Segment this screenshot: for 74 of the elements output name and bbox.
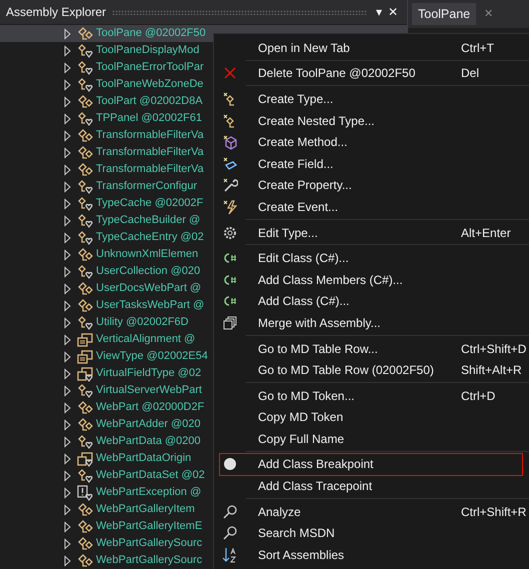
menu-item[interactable]: Go to MD Token... Ctrl+D bbox=[214, 384, 529, 406]
menu-item[interactable]: Create Property... bbox=[214, 174, 529, 196]
menu-item[interactable]: Create Method... bbox=[214, 131, 529, 153]
class-icon bbox=[77, 246, 93, 262]
cube-icon bbox=[222, 134, 238, 150]
exception-icon bbox=[77, 484, 93, 500]
class-icon bbox=[77, 434, 93, 450]
shortcut-text: Shift+Alt+R bbox=[461, 362, 522, 380]
menu-item[interactable]: Copy Full Name bbox=[214, 428, 529, 450]
enum-icon bbox=[77, 332, 93, 348]
shortcut-text: Ctrl+D bbox=[461, 388, 496, 405]
shortcut-text: Ctrl+T bbox=[461, 40, 494, 57]
menu-item[interactable]: Create Type... bbox=[214, 88, 529, 110]
close-tab-button[interactable]: ✕ bbox=[484, 6, 494, 22]
class-icon bbox=[77, 416, 93, 432]
class-icon bbox=[77, 26, 93, 42]
class-icon bbox=[77, 502, 93, 518]
class-icon bbox=[77, 518, 93, 534]
breakpoint-icon bbox=[222, 456, 238, 472]
copies-icon bbox=[222, 314, 238, 331]
menu-item[interactable]: Merge with Assembly... bbox=[214, 312, 529, 334]
menu-item[interactable]: Sort Assemblies bbox=[214, 544, 529, 566]
editor-tab[interactable]: ToolPane bbox=[412, 3, 476, 25]
dropdown-button[interactable]: ▾ bbox=[373, 3, 385, 21]
class-icon bbox=[77, 196, 93, 212]
enum-icon bbox=[77, 366, 93, 382]
class-icon bbox=[77, 212, 93, 228]
shortcut-text: Ctrl+Shift+R bbox=[461, 504, 526, 521]
settings-icon bbox=[222, 224, 238, 241]
class-icon bbox=[77, 264, 93, 280]
class-icon bbox=[77, 468, 93, 484]
class-icon bbox=[77, 144, 93, 160]
class-icon bbox=[77, 60, 93, 76]
enum-icon bbox=[77, 348, 93, 364]
shortcut-text: Alt+Enter bbox=[461, 224, 511, 242]
menu-item[interactable]: Edit Class (C#)... bbox=[214, 247, 529, 269]
class-icon bbox=[77, 162, 93, 178]
search-icon bbox=[222, 504, 238, 520]
class-icon bbox=[77, 110, 93, 126]
menu-item[interactable]: Add Class (C#)... bbox=[214, 290, 529, 312]
menu-item[interactable]: Add Class Breakpoint bbox=[220, 454, 522, 476]
class-icon bbox=[77, 76, 93, 92]
menu-item[interactable]: Create Nested Type... bbox=[214, 110, 529, 132]
menu-item[interactable]: Copy MD Token bbox=[214, 406, 529, 428]
class-icon bbox=[77, 382, 93, 398]
class-icon bbox=[77, 128, 93, 144]
menu-item[interactable]: Search MSDN bbox=[214, 522, 529, 544]
class-icon bbox=[77, 178, 93, 194]
class-icon bbox=[77, 298, 93, 314]
shortcut-text: Ctrl+Shift+D bbox=[461, 340, 526, 358]
sort-icon bbox=[222, 546, 238, 563]
menu-item[interactable]: Add Class Tracepoint bbox=[214, 475, 529, 497]
menu-item[interactable]: Go to MD Table Row... Ctrl+Shift+D bbox=[214, 338, 529, 360]
menu-item[interactable]: Delete ToolPane @02002F50 Del bbox=[214, 62, 529, 84]
close-button[interactable]: ✕ bbox=[385, 3, 401, 21]
menu-item[interactable]: Add Class Members (C#)... bbox=[214, 268, 529, 291]
class-icon bbox=[77, 94, 93, 110]
wrench-icon bbox=[222, 177, 238, 194]
shortcut-text: Del bbox=[461, 65, 480, 82]
menu-item[interactable]: Create Field... bbox=[214, 152, 529, 175]
class-icon bbox=[77, 536, 93, 552]
field-icon bbox=[222, 156, 238, 172]
menu-item[interactable]: Analyze Ctrl+Shift+R bbox=[214, 500, 529, 522]
class-icon bbox=[77, 280, 93, 296]
panel-title: Assembly Explorer bbox=[6, 4, 106, 21]
class-icon bbox=[77, 400, 93, 416]
class-icon bbox=[77, 314, 93, 330]
search-icon bbox=[222, 525, 238, 542]
class-icon bbox=[77, 230, 93, 246]
lightning-icon bbox=[222, 198, 238, 215]
enum-icon bbox=[77, 450, 93, 466]
menu-item[interactable]: Go to MD Table Row (02002F50) Shift+Alt+R bbox=[214, 359, 529, 381]
class-icon bbox=[77, 552, 93, 568]
class-icon bbox=[77, 42, 93, 58]
